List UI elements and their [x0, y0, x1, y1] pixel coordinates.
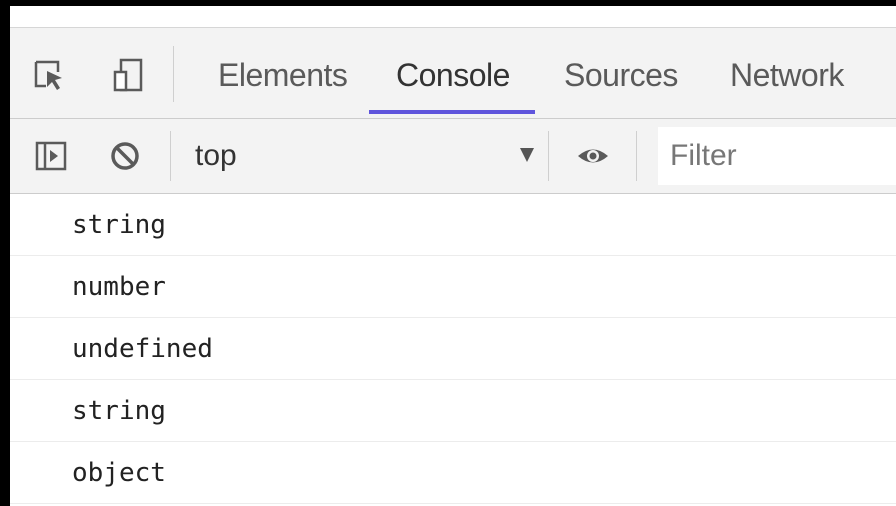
tab-console[interactable]: Console — [396, 50, 510, 110]
devtools-tabbar: Elements Console Sources Network — [10, 28, 896, 119]
console-message: string — [10, 194, 896, 256]
console-toolbar: top — [10, 119, 896, 194]
toolbar-separator — [170, 131, 171, 181]
tabbar-separator — [173, 46, 174, 102]
console-message: string — [10, 380, 896, 442]
clear-console-icon[interactable] — [108, 139, 142, 173]
filter-input[interactable] — [658, 127, 896, 185]
context-selector[interactable]: top — [195, 131, 540, 181]
active-tab-indicator — [369, 110, 535, 114]
show-sidebar-icon[interactable] — [34, 139, 68, 173]
tab-sources[interactable]: Sources — [564, 50, 678, 110]
console-message: number — [10, 256, 896, 318]
tab-elements[interactable]: Elements — [218, 50, 348, 110]
context-value: top — [195, 139, 237, 172]
device-toolbar-icon[interactable] — [112, 58, 146, 92]
devtools-window: Elements Console Sources Network top Fil… — [10, 6, 896, 506]
console-message: object — [10, 442, 896, 504]
tab-network[interactable]: Network — [730, 50, 844, 110]
inspect-element-icon[interactable] — [32, 58, 66, 92]
toolbar-separator — [636, 131, 637, 181]
console-message: undefined — [10, 318, 896, 380]
dropdown-arrow-icon — [520, 148, 534, 162]
eye-icon[interactable] — [576, 139, 610, 173]
window-top-edge — [10, 6, 896, 28]
console-output: string number undefined string object — [10, 194, 896, 506]
toolbar-separator — [548, 131, 549, 181]
